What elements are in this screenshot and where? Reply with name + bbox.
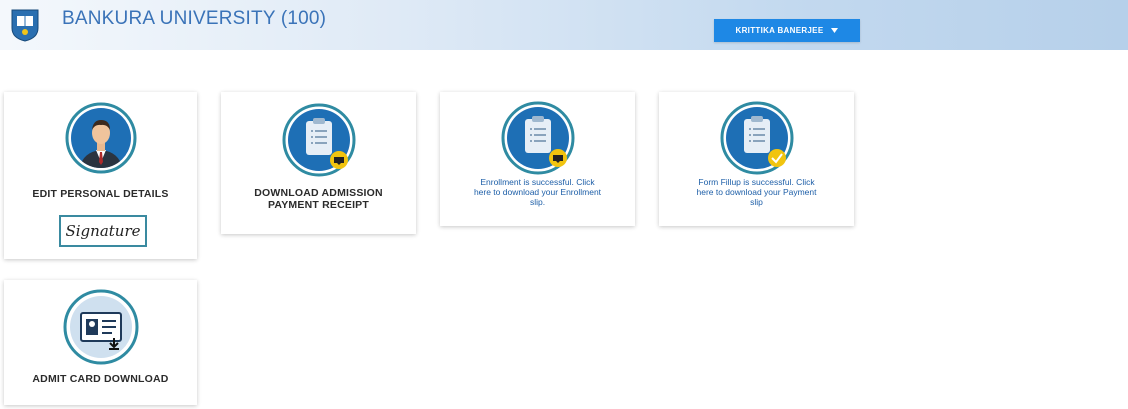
page-title: BANKURA UNIVERSITY (100): [62, 8, 327, 29]
enrollment-message: Enrollment is successful. Click here to …: [450, 177, 625, 207]
download-admission-receipt-card[interactable]: DOWNLOAD ADMISSION PAYMENT RECEIPT: [221, 92, 416, 234]
form-fillup-message: Form Fillup is successful. Click here to…: [669, 177, 844, 207]
top-header: BANKURA UNIVERSITY (100) KRITTIKA BANERJ…: [0, 0, 1128, 50]
admission-receipt-label: DOWNLOAD ADMISSION PAYMENT RECEIPT: [221, 187, 416, 211]
user-name-label: KRITTIKA BANERJEE: [735, 26, 824, 35]
user-avatar-icon: [65, 102, 136, 174]
signature-image: Signature: [59, 215, 147, 247]
admission-receipt-label-line2: PAYMENT RECEIPT: [267, 199, 370, 212]
clipboard-download-icon: [501, 101, 574, 175]
clipboard-download-icon: [282, 103, 355, 177]
caret-down-icon: [831, 28, 839, 33]
university-logo-icon: [11, 9, 39, 42]
admit-card-download-card[interactable]: ADMIT CARD DOWNLOAD: [4, 280, 197, 405]
id-card-download-icon: [63, 289, 138, 365]
form-fillup-message-line3: slip: [750, 196, 763, 207]
enrollment-slip-card[interactable]: Enrollment is successful. Click here to …: [440, 92, 635, 226]
admit-card-download-label: ADMIT CARD DOWNLOAD: [32, 373, 169, 385]
clipboard-check-icon: [720, 101, 793, 175]
edit-personal-details-label: EDIT PERSONAL DETAILS: [32, 188, 169, 200]
edit-personal-details-card[interactable]: EDIT PERSONAL DETAILS Signature: [4, 92, 197, 259]
enrollment-message-line3: slip.: [529, 196, 546, 207]
user-menu-button[interactable]: KRITTIKA BANERJEE: [714, 19, 860, 42]
admission-receipt-label-line1: DOWNLOAD ADMISSION: [254, 187, 383, 199]
signature-text: Signature: [65, 222, 141, 240]
form-fillup-slip-card[interactable]: Form Fillup is successful. Click here to…: [659, 92, 854, 226]
